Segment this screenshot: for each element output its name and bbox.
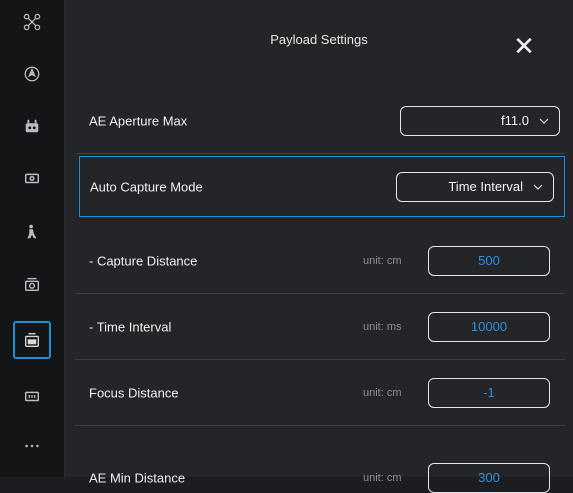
auto-capture-dropdown[interactable]: Time Interval — [396, 171, 554, 202]
rail-item-robot[interactable] — [0, 104, 64, 148]
chevron-down-icon — [539, 118, 549, 124]
row-capture-distance: - Capture Distance unit: cm 500 — [75, 228, 565, 294]
camera-icon — [24, 277, 40, 292]
payload-settings-panel: Payload Settings ✕ AE Aperture Max f11.0… — [65, 0, 573, 493]
payload-icon — [25, 333, 39, 347]
unit-label: unit: cm — [363, 472, 402, 484]
rail-item-camera-box[interactable] — [0, 156, 64, 200]
row-label: AE Min Distance — [89, 470, 186, 486]
dropdown-value: f11.0 — [501, 113, 529, 128]
compass-icon — [24, 66, 40, 82]
unit-label: unit: ms — [363, 320, 402, 333]
row-focus-distance: Focus Distance unit: cm -1 — [75, 360, 565, 426]
row-time-interval: - Time Interval unit: ms 10000 — [75, 294, 565, 360]
rail-item-payload[interactable] — [0, 318, 64, 362]
rail-item-drone[interactable] — [0, 0, 64, 44]
ae-aperture-dropdown[interactable]: f11.0 — [400, 105, 560, 136]
rail-item-person[interactable] — [0, 210, 64, 254]
row-ae-aperture-max: AE Aperture Max f11.0 — [75, 88, 565, 154]
row-label: Focus Distance — [89, 385, 179, 400]
focus-distance-input[interactable]: -1 — [428, 377, 550, 408]
person-icon — [27, 224, 37, 239]
dropdown-value: Time Interval — [448, 179, 523, 194]
drone-icon — [23, 13, 41, 31]
rail-item-camera[interactable] — [0, 262, 64, 306]
panel-title: Payload Settings — [270, 32, 368, 47]
row-label: - Time Interval — [89, 319, 172, 334]
capture-distance-input[interactable]: 500 — [428, 245, 550, 276]
rail-item-more[interactable] — [0, 424, 64, 468]
row-label: AE Aperture Max — [89, 113, 188, 128]
chevron-down-icon — [533, 184, 543, 190]
active-indicator — [13, 321, 51, 359]
row-label: Auto Capture Mode — [90, 179, 203, 194]
row-label: - Capture Distance — [89, 253, 198, 268]
time-interval-input[interactable]: 10000 — [428, 311, 550, 342]
side-rail — [0, 0, 65, 477]
ae-min-distance-input[interactable]: 300 — [428, 463, 550, 493]
rail-item-compass[interactable] — [0, 52, 64, 96]
row-auto-capture-mode[interactable]: Auto Capture Mode Time Interval — [79, 156, 565, 217]
camera-box-icon — [24, 173, 40, 184]
row-ae-min-distance: AE Min Distance unit: cm 300 — [75, 426, 565, 493]
unit-label: unit: cm — [363, 386, 402, 399]
tv-icon — [24, 391, 40, 402]
close-icon[interactable]: ✕ — [511, 33, 537, 60]
unit-label: unit: cm — [363, 254, 402, 267]
rail-item-tv[interactable] — [0, 374, 64, 418]
robot-icon — [25, 119, 39, 133]
more-icon — [25, 444, 39, 448]
